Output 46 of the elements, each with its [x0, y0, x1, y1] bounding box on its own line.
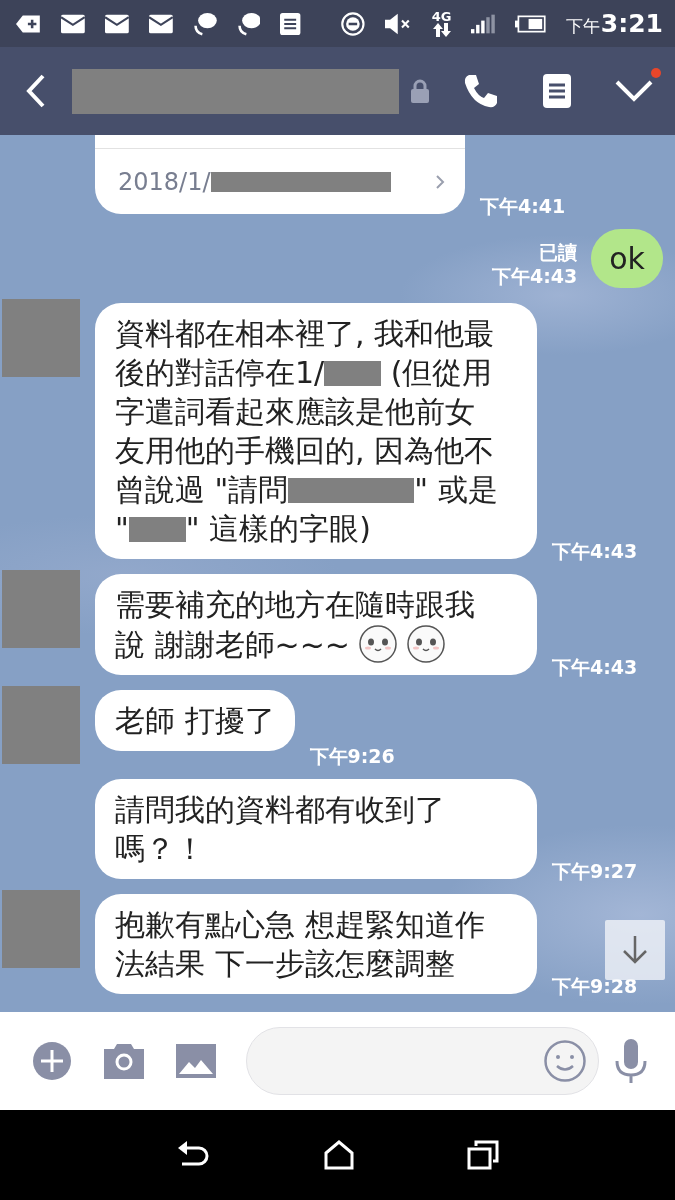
message-time: 下午9:28: [552, 974, 638, 998]
message-text: 請問我的資料都有收到了 嗎？！: [115, 791, 446, 868]
message-text: 資料都在相本裡了, 我和他最 後的對話停在1/ (但從用 字遣詞看起來應該是他前女 友用他的手機回的, 因為他不 曾說過 "請問 " 或是 " " 這樣的字眼): [115, 315, 499, 548]
read-receipt: 已讀: [539, 240, 578, 264]
smiley-icon[interactable]: [544, 1040, 586, 1082]
signal-icon: [471, 12, 496, 35]
back-icon[interactable]: [26, 74, 46, 108]
emoji-face-icon: [405, 624, 446, 664]
card-date: 2018/1/: [118, 167, 436, 196]
message-time: 下午4:43: [552, 655, 638, 679]
notes-icon[interactable]: [543, 74, 571, 108]
home-icon[interactable]: [323, 1140, 354, 1170]
envelope-icon: [149, 12, 173, 35]
image-icon[interactable]: [176, 1044, 216, 1078]
envelope-icon: [61, 12, 86, 35]
message-text: 需要補充的地方在隨時跟我: [115, 586, 476, 624]
lock-icon: [411, 79, 429, 103]
message-time: 下午4:43: [552, 539, 638, 563]
recent-apps-icon[interactable]: [466, 1140, 499, 1170]
arrow-down-icon: [622, 936, 648, 964]
do-not-disturb-icon: [340, 9, 365, 38]
time-period: 下午: [565, 15, 600, 38]
message-time: 下午9:27: [552, 859, 638, 883]
phone-icon[interactable]: [463, 73, 499, 109]
battery-icon: [515, 13, 546, 34]
camera-icon[interactable]: [104, 1043, 144, 1079]
message-text: 抱歉有點心急 想趕緊知道作 法結果 下一步該怎麼調整: [115, 906, 486, 983]
document-icon: [280, 10, 301, 37]
data-arrows-icon: [432, 23, 451, 37]
message-text: 老師 打擾了: [115, 702, 275, 740]
link-card[interactable]: 2018/1/: [95, 135, 465, 214]
message-time: 下午4:43: [492, 264, 578, 288]
envelope-icon: [105, 12, 130, 35]
mute-icon: [384, 11, 412, 36]
scroll-down-button[interactable]: [605, 920, 665, 980]
chevron-down-icon[interactable]: [615, 80, 653, 102]
network-type: 4G: [431, 10, 452, 23]
message-time: 下午9:26: [309, 744, 395, 768]
microphone-icon[interactable]: [615, 1039, 647, 1083]
emoji-face-icon: [357, 624, 398, 664]
clock-time: 3:21: [600, 9, 663, 38]
plus-icon[interactable]: [32, 1041, 72, 1081]
message-text: ok: [609, 240, 645, 278]
chevron-right-icon: [436, 174, 445, 189]
message-time: 下午4:41: [480, 194, 566, 218]
message-text: 說 謝謝老師~~~: [115, 625, 350, 664]
